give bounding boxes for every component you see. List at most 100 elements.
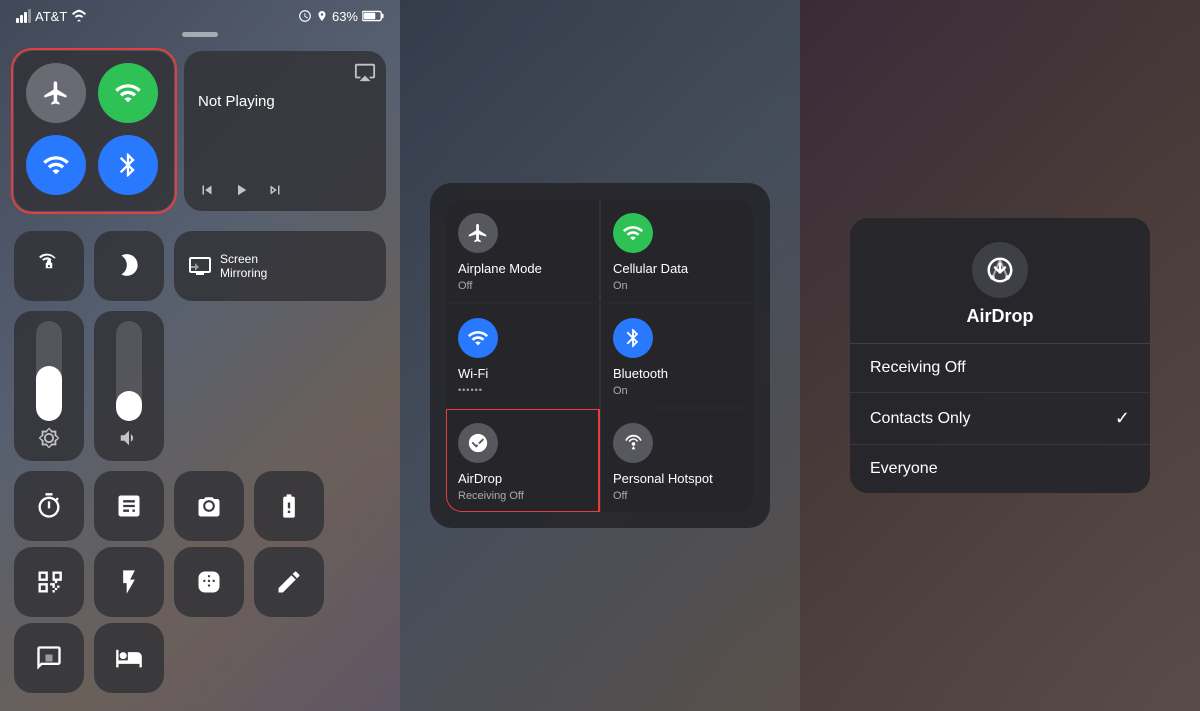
bottom-icon-row bbox=[14, 471, 386, 541]
screen-mirroring-icon bbox=[188, 254, 212, 278]
airplay-icon[interactable] bbox=[354, 61, 376, 83]
bluetooth-status: On bbox=[613, 385, 628, 397]
wifi-button[interactable] bbox=[26, 135, 86, 195]
bluetooth-icon bbox=[114, 151, 142, 179]
bottom-icon-row2 bbox=[14, 547, 386, 617]
airdrop-menu-header: AirDrop bbox=[850, 218, 1150, 343]
calculator-button[interactable] bbox=[94, 471, 164, 541]
qr-scan-button[interactable] bbox=[14, 547, 84, 617]
airplane-icon bbox=[42, 79, 70, 107]
hotspot-status: Off bbox=[613, 490, 627, 502]
flashlight-button[interactable] bbox=[94, 547, 164, 617]
wifi-status-icon bbox=[71, 8, 87, 24]
cellular-cell[interactable]: Cellular Data On bbox=[601, 199, 754, 302]
carrier-label: AT&T bbox=[35, 9, 67, 24]
timer-icon bbox=[35, 492, 63, 520]
cellular-cell-icon bbox=[622, 222, 644, 244]
everyone-label: Everyone bbox=[870, 460, 938, 478]
location-icon bbox=[316, 9, 328, 23]
bluetooth-cell-icon bbox=[622, 327, 644, 349]
wifi-cell-icon bbox=[467, 327, 489, 349]
alarm-icon bbox=[298, 9, 312, 23]
airdrop-option-everyone[interactable]: Everyone bbox=[850, 445, 1150, 493]
bottom-icon-row3 bbox=[14, 623, 386, 693]
bluetooth-cell[interactable]: Bluetooth On bbox=[601, 304, 754, 407]
airplane-icon-circle bbox=[458, 213, 498, 253]
timer-button[interactable] bbox=[14, 471, 84, 541]
volume-fill bbox=[116, 391, 142, 421]
airdrop-name: AirDrop bbox=[458, 471, 502, 486]
nfc-button[interactable] bbox=[14, 623, 84, 693]
panel3-content: AirDrop Receiving Off Contacts Only ✓ Ev… bbox=[800, 0, 1200, 711]
volume-slider[interactable] bbox=[94, 311, 164, 461]
wifi-status: •••••• bbox=[458, 385, 483, 395]
airplane-mode-status: Off bbox=[458, 280, 472, 292]
nfc-icon bbox=[35, 644, 63, 672]
airdrop-menu-icon-circle bbox=[972, 242, 1028, 298]
cellular-button[interactable] bbox=[98, 63, 158, 123]
contacts-only-label: Contacts Only bbox=[870, 410, 970, 428]
airplane-mode-name: Airplane Mode bbox=[458, 261, 542, 276]
cellular-icon bbox=[114, 79, 142, 107]
sleep-button[interactable] bbox=[94, 623, 164, 693]
panel2-content: Airplane Mode Off Cellular Data On bbox=[400, 0, 800, 711]
status-bar: AT&T 63% bbox=[0, 0, 400, 28]
drag-indicator bbox=[0, 28, 400, 43]
rewind-button[interactable] bbox=[198, 181, 216, 199]
volume-track bbox=[116, 321, 142, 421]
contacts-only-checkmark: ✓ bbox=[1115, 408, 1130, 429]
airplane-mode-button[interactable] bbox=[26, 63, 86, 123]
fast-forward-button[interactable] bbox=[266, 181, 284, 199]
playback-controls bbox=[198, 181, 372, 199]
airdrop-option-receiving-off[interactable]: Receiving Off bbox=[850, 344, 1150, 393]
screen-mirroring-label: ScreenMirroring bbox=[220, 252, 267, 280]
airdrop-status: Receiving Off bbox=[458, 490, 524, 502]
wifi-icon-circle bbox=[458, 318, 498, 358]
remote-button[interactable] bbox=[174, 547, 244, 617]
network-card: Airplane Mode Off Cellular Data On bbox=[430, 183, 770, 528]
drag-pill bbox=[182, 32, 218, 37]
play-button[interactable] bbox=[232, 181, 250, 199]
battery-saver-icon bbox=[275, 492, 303, 520]
airdrop-icon-circle bbox=[458, 423, 498, 463]
cc-content: Not Playing Scre bbox=[0, 43, 400, 707]
camera-icon bbox=[195, 492, 223, 520]
cellular-name: Cellular Data bbox=[613, 261, 688, 276]
notes-button[interactable] bbox=[254, 547, 324, 617]
bluetooth-button[interactable] bbox=[98, 135, 158, 195]
rotation-lock-icon bbox=[36, 252, 62, 278]
receiving-off-label: Receiving Off bbox=[870, 359, 966, 377]
panel2-expanded-control: Airplane Mode Off Cellular Data On bbox=[400, 0, 800, 711]
status-left: AT&T bbox=[16, 8, 87, 24]
hotspot-cell[interactable]: Personal Hotspot Off bbox=[601, 409, 754, 512]
brightness-track bbox=[36, 321, 62, 421]
airdrop-cell[interactable]: AirDrop Receiving Off bbox=[446, 409, 599, 512]
now-playing-title: Not Playing bbox=[198, 93, 372, 110]
cellular-status: On bbox=[613, 280, 628, 292]
status-right: 63% bbox=[298, 9, 384, 24]
airdrop-cell-icon bbox=[467, 432, 489, 454]
airplane-cell-icon bbox=[467, 222, 489, 244]
low-power-button[interactable] bbox=[254, 471, 324, 541]
hotspot-icon-circle bbox=[613, 423, 653, 463]
edit-icon bbox=[275, 568, 303, 596]
battery-label: 63% bbox=[332, 9, 358, 24]
wifi-icon bbox=[42, 151, 70, 179]
wifi-cell[interactable]: Wi-Fi •••••• bbox=[446, 304, 599, 407]
airplane-mode-cell[interactable]: Airplane Mode Off bbox=[446, 199, 599, 302]
network-cluster bbox=[14, 51, 174, 211]
screen-mirroring-button[interactable]: ScreenMirroring bbox=[174, 231, 386, 301]
airdrop-menu-title: AirDrop bbox=[967, 306, 1034, 327]
brightness-slider[interactable] bbox=[14, 311, 84, 461]
airdrop-option-contacts-only[interactable]: Contacts Only ✓ bbox=[850, 393, 1150, 445]
airdrop-menu-card: AirDrop Receiving Off Contacts Only ✓ Ev… bbox=[850, 218, 1150, 493]
moon-icon bbox=[116, 252, 142, 278]
camera-button[interactable] bbox=[174, 471, 244, 541]
battery-icon bbox=[362, 10, 384, 22]
rotation-lock-button[interactable] bbox=[14, 231, 84, 301]
panel1-iphone-control-center: AT&T 63% bbox=[0, 0, 400, 711]
do-not-disturb-button[interactable] bbox=[94, 231, 164, 301]
cellular-icon-circle bbox=[613, 213, 653, 253]
hotspot-cell-icon bbox=[622, 432, 644, 454]
wifi-name: Wi-Fi bbox=[458, 366, 488, 381]
